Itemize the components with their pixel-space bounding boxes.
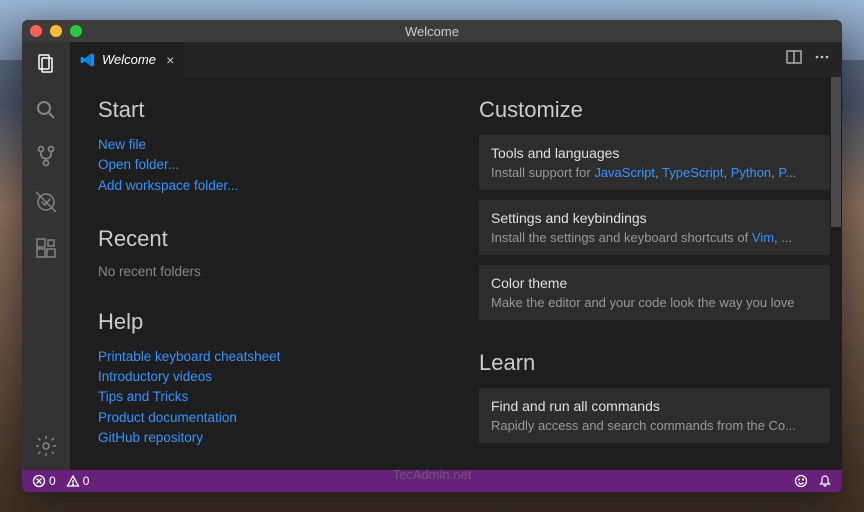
- extensions-icon[interactable]: [32, 234, 60, 262]
- docs-link[interactable]: Product documentation: [98, 408, 449, 428]
- start-section: Start New file Open folder... Add worksp…: [98, 97, 449, 196]
- tabs-bar: Welcome ×: [70, 42, 842, 77]
- commands-card[interactable]: Find and run all commands Rapidly access…: [479, 388, 830, 443]
- new-file-link[interactable]: New file: [98, 135, 449, 155]
- help-heading: Help: [98, 309, 449, 335]
- card-desc: Install support for JavaScript, TypeScri…: [491, 165, 818, 180]
- videos-link[interactable]: Introductory videos: [98, 367, 449, 387]
- close-window-button[interactable]: [30, 25, 42, 37]
- settings-gear-icon[interactable]: [32, 432, 60, 460]
- tips-link[interactable]: Tips and Tricks: [98, 387, 449, 407]
- welcome-page: Start New file Open folder... Add worksp…: [70, 77, 830, 470]
- learn-section: Learn Find and run all commands Rapidly …: [479, 350, 830, 443]
- card-desc: Install the settings and keyboard shortc…: [491, 230, 818, 245]
- close-icon[interactable]: ×: [166, 52, 174, 68]
- recent-heading: Recent: [98, 226, 449, 252]
- card-title: Tools and languages: [491, 145, 818, 161]
- feedback-icon[interactable]: [794, 474, 808, 488]
- tab-welcome[interactable]: Welcome ×: [70, 42, 185, 77]
- more-actions-icon[interactable]: [814, 49, 830, 70]
- scrollbar-thumb[interactable]: [831, 77, 841, 227]
- scrollbar[interactable]: [830, 77, 842, 470]
- window-title: Welcome: [405, 24, 459, 39]
- minimize-window-button[interactable]: [50, 25, 62, 37]
- learn-heading: Learn: [479, 350, 830, 376]
- tools-languages-card[interactable]: Tools and languages Install support for …: [479, 135, 830, 190]
- source-control-icon[interactable]: [32, 142, 60, 170]
- customize-heading: Customize: [479, 97, 830, 123]
- maximize-window-button[interactable]: [70, 25, 82, 37]
- card-title: Settings and keybindings: [491, 210, 818, 226]
- card-title: Find and run all commands: [491, 398, 818, 414]
- warnings-status[interactable]: 0: [66, 474, 90, 488]
- titlebar: Welcome: [22, 20, 842, 42]
- cheatsheet-link[interactable]: Printable keyboard cheatsheet: [98, 347, 449, 367]
- notifications-icon[interactable]: [818, 474, 832, 488]
- card-desc: Rapidly access and search commands from …: [491, 418, 818, 433]
- recent-empty: No recent folders: [98, 264, 449, 279]
- github-link[interactable]: GitHub repository: [98, 428, 449, 448]
- start-heading: Start: [98, 97, 449, 123]
- explorer-icon[interactable]: [32, 50, 60, 78]
- search-icon[interactable]: [32, 96, 60, 124]
- color-theme-card[interactable]: Color theme Make the editor and your cod…: [479, 265, 830, 320]
- help-section: Help Printable keyboard cheatsheet Intro…: [98, 309, 449, 448]
- errors-status[interactable]: 0: [32, 474, 56, 488]
- debug-icon[interactable]: [32, 188, 60, 216]
- traffic-lights: [30, 25, 82, 37]
- recent-section: Recent No recent folders: [98, 226, 449, 279]
- open-folder-link[interactable]: Open folder...: [98, 155, 449, 175]
- card-title: Color theme: [491, 275, 818, 291]
- customize-section: Customize Tools and languages Install su…: [479, 97, 830, 320]
- app-window: Welcome: [22, 20, 842, 492]
- vscode-icon: [80, 52, 96, 68]
- card-desc: Make the editor and your code look the w…: [491, 295, 818, 310]
- add-workspace-link[interactable]: Add workspace folder...: [98, 176, 449, 196]
- split-editor-icon[interactable]: [786, 49, 802, 70]
- activity-bar: [22, 42, 70, 470]
- tab-label: Welcome: [102, 52, 156, 67]
- statusbar: 0 0: [22, 470, 842, 492]
- settings-keybindings-card[interactable]: Settings and keybindings Install the set…: [479, 200, 830, 255]
